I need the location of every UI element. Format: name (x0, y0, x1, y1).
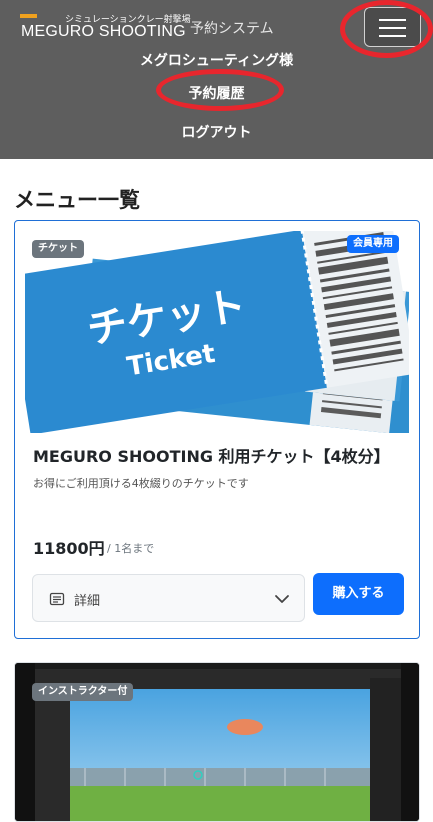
price-unit: / 1名まで (107, 542, 155, 555)
site-header: シミュレーションクレー射撃場 MEGURO SHOOTING 予約システム メグ… (0, 0, 433, 159)
member-only-badge: 会員専用 (347, 235, 399, 253)
page-title: メニュー一覧 (14, 188, 140, 212)
card-description: お得にご利用頂ける4枚綴りのチケットです (33, 477, 249, 490)
price: 11800円 (33, 539, 105, 558)
logo-accent-bar (20, 14, 37, 18)
nav-user-name[interactable]: メグロシューティング様 (0, 50, 433, 70)
menu-card-ticket: チケット Ticket チケット 会員専用 MEGURO SHOOTING 利用… (14, 220, 420, 639)
nav-logout[interactable]: ログアウト (0, 122, 433, 142)
document-icon (49, 592, 65, 606)
logo[interactable]: MEGURO SHOOTING (21, 23, 186, 41)
menu-card-instructor: インストラクター付 (14, 662, 420, 822)
card-title: MEGURO SHOOTING 利用チケット【4枚分】 (33, 447, 390, 466)
system-label: 予約システム (190, 21, 274, 37)
category-badge: チケット (32, 240, 84, 258)
ticket-image: チケット Ticket (25, 231, 409, 433)
detail-accordion[interactable]: 詳細 (32, 574, 305, 622)
chevron-down-icon (275, 595, 289, 603)
instructor-badge: インストラクター付 (32, 683, 134, 701)
purchase-button[interactable]: 購入する (313, 573, 404, 615)
highlight-circle-history (156, 69, 284, 111)
detail-label: 詳細 (74, 594, 101, 609)
